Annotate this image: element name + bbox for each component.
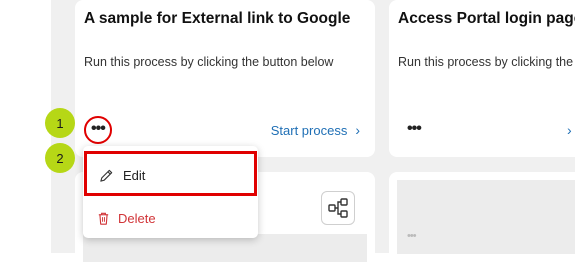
start-process-link[interactable]: Start process › xyxy=(271,122,360,138)
card-description: Run this process by clicking the xyxy=(398,55,574,69)
process-card-google-link: A sample for External link to Google Run… xyxy=(75,0,375,157)
flow-diagram-button[interactable] xyxy=(321,191,355,225)
card-title: A sample for External link to Google xyxy=(84,10,351,27)
chevron-right-icon: › xyxy=(355,122,360,138)
process-card: ••• xyxy=(389,172,575,262)
more-options-button[interactable]: ••• xyxy=(407,121,422,137)
chevron-right-icon[interactable]: › xyxy=(567,122,572,138)
step-callout-2: 2 xyxy=(45,143,75,173)
card-title: Access Portal login page xyxy=(398,10,575,27)
highlight-circle xyxy=(84,116,112,144)
flow-diagram-icon xyxy=(328,198,348,218)
card-description: Run this process by clicking the button … xyxy=(84,55,334,69)
trash-icon xyxy=(96,211,112,226)
start-process-label: Start process xyxy=(270,123,348,138)
more-options-button[interactable]: ••• xyxy=(407,230,417,242)
delete-label: Delete xyxy=(118,210,156,226)
highlight-rectangle xyxy=(84,151,257,196)
delete-menu-item[interactable]: Delete xyxy=(83,198,258,238)
card-placeholder xyxy=(397,180,575,254)
left-panel xyxy=(0,0,51,253)
process-card-access-portal: Access Portal login page Run this proces… xyxy=(389,0,575,157)
step-callout-1: 1 xyxy=(45,108,75,138)
card-footer-strip xyxy=(83,234,367,262)
